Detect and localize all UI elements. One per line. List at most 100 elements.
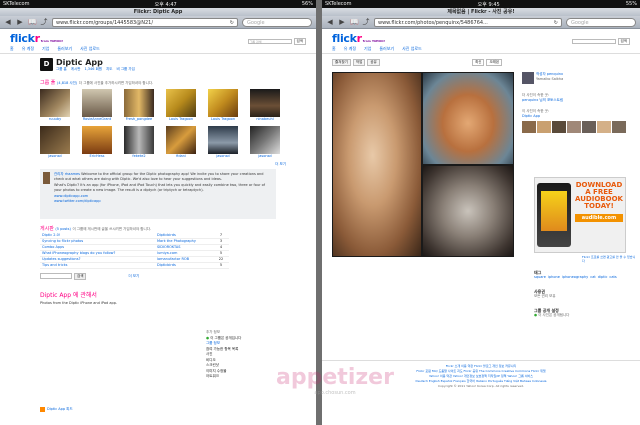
thread-title[interactable]: Tips and tricks [40,262,155,269]
bookmarks-icon[interactable]: 📖 [28,18,37,26]
pool-thumb[interactable]: RosieAnneGrant [82,89,112,122]
tag-list: square iphone iphoneography cat diptic c… [534,275,634,280]
rss-icon [40,407,45,412]
context-thumb[interactable] [582,121,596,133]
owner-block: 작성자 penquinx Yamaiko Salkha [522,72,634,84]
context-thumb[interactable] [537,121,551,133]
nav-home[interactable]: 홈 [10,46,14,52]
discussion-search: 검색 더 보기 [0,269,316,280]
favorite-button[interactable]: 즐겨찾기 [332,59,351,66]
back-icon[interactable]: ◀ [4,18,12,26]
feed-link[interactable]: Diptic App 피드 [47,407,73,412]
site-search-input[interactable]: 그룹 검색 [247,39,292,44]
ad-headline: DOWNLOAD A FREE AUDIOBOOK TODAY! [575,181,623,210]
context-thumb[interactable] [522,121,536,133]
pool-count[interactable]: (4,818 사진) [57,81,77,85]
photo-toolbar: 즐겨찾기 작업 공유 [332,59,380,66]
group-link-twitter[interactable]: www.twitter.com/dipticapp [54,199,273,204]
nav-explore[interactable]: 둘러보기 [379,46,394,52]
nav-organize[interactable]: 기업 [364,46,371,52]
discussion-search-input[interactable] [40,273,72,279]
group-description: 관리자 rhaames Welcome to the official grou… [40,169,276,219]
nav-you[interactable]: 유 계정 [344,46,356,52]
pool-thumb[interactable]: ruuuby [40,89,70,122]
flickr-logo[interactable]: flickrfrom YAHOO! [332,32,385,45]
left-browser-window: SKTelecom 오후 4:47 56% Flickr: Diptic App… [0,0,316,425]
tab-discussion[interactable]: 게시판 [71,67,81,72]
description-text-2: What's Diptic? It's an app (for iPhone, … [53,183,266,192]
context-thumb[interactable] [552,121,566,133]
pool-thumb[interactable]: Louis Tragoon [166,89,196,122]
tag[interactable]: diptic [598,275,608,280]
nav-you[interactable]: 유 계정 [22,46,34,52]
pool-thumb[interactable]: jasonsd [250,126,280,159]
pool-more-link[interactable]: 더 보기 [0,162,316,167]
discussion-title: 게시판 [40,226,54,232]
tag[interactable]: cat [590,275,595,280]
pool-thumb[interactable]: Fresh_pongdee [124,89,154,122]
tab-map[interactable]: 지도 [106,67,112,72]
flickr-logo[interactable]: flickrfrom YAHOO! [10,32,63,45]
back-icon[interactable]: ◀ [326,18,334,26]
ad-note[interactable]: Flickr 프로를 쓰면 광고를 안 볼 수 있습니다 [582,255,638,263]
context-thumbnails [522,121,634,133]
nav-explore[interactable]: 둘러보기 [57,46,72,52]
newer-button[interactable]: 최신 [472,59,485,66]
pool-note: 더 그룹에 사진을 추가하시려면 가입하셔야 합니다. [78,81,154,85]
forward-icon[interactable]: ▶ [16,18,24,26]
share-icon[interactable]: ⤴ [362,18,370,26]
pool-thumb[interactable]: jasonsd [208,126,238,159]
photostream-link[interactable]: penquinx 님의 포토스트림 [522,98,634,103]
actions-button[interactable]: 작업 [352,59,366,66]
search-field[interactable]: Google [242,17,312,27]
nav-upload[interactable]: 사진 업로드 [80,46,100,52]
group-name: Diptic App [56,58,103,67]
search-field[interactable]: Google [566,17,636,27]
url-field[interactable]: www.flickr.com/photos/penquinx/5486764..… [374,17,562,27]
group-context-link[interactable]: Diptic App [522,114,634,119]
site-search-button[interactable]: 검색 [293,38,306,45]
thread-author[interactable]: Dipticbirds [155,262,213,269]
carrier-label: SKTelecom [3,1,30,7]
tab-members[interactable]: 1,346 회원 [84,67,102,72]
forward-icon[interactable]: ▶ [338,18,346,26]
tab-join[interactable]: 비 그룹 가입 [116,67,134,72]
pool-thumb[interactable]: ninabeuhl [250,89,280,122]
pool-thumb[interactable]: jasonsd [40,126,70,159]
about-title: Diptic App 에 관해서 [40,291,97,299]
top-nav: 홈 유 계정 기업 둘러보기 사진 업로드 [0,45,316,54]
share-icon[interactable]: ⤴ [40,18,48,26]
tag[interactable]: cats [609,275,616,280]
audible-ad[interactable]: DOWNLOAD A FREE AUDIOBOOK TODAY! audible… [534,177,626,253]
reload-icon[interactable]: ↻ [554,19,558,26]
context-thumb[interactable] [597,121,611,133]
main-photo[interactable] [332,72,514,257]
nav-organize[interactable]: 기업 [42,46,49,52]
context-thumb[interactable] [567,121,581,133]
pool-thumb[interactable]: EricHess [82,126,112,159]
admin-label[interactable]: 관리자 rhaames [54,172,80,176]
url-field[interactable]: www.flickr.com/groups/1445583@N21/↻ [52,17,238,27]
tag[interactable]: iphoneography [562,275,588,280]
owner-avatar[interactable] [522,72,534,84]
nav-home[interactable]: 홈 [332,46,336,52]
nav-upload[interactable]: 사진 업로드 [402,46,422,52]
pool-thumb[interactable]: fidani [166,126,196,159]
older-button[interactable]: 오래된 [486,59,503,66]
tab-group-home[interactable]: 그룹 홈 [56,67,67,72]
share-button[interactable]: 공유 [367,59,380,66]
context-thumb[interactable] [612,121,626,133]
bookmarks-icon[interactable]: 📖 [350,18,359,26]
more-threads-link[interactable]: 더 보기 [128,274,139,279]
discussion-search-button[interactable]: 검색 [74,272,87,280]
discussion-count[interactable]: (5 posts) [55,227,70,231]
pool-thumb[interactable]: Louis Tragoon [208,89,238,122]
tag[interactable]: iphone [548,275,560,280]
tag[interactable]: square [534,275,546,280]
site-search-button[interactable]: 검색 [617,38,630,45]
about-desc: Photos from the Diptic iPhone and iPad a… [40,300,118,305]
reload-icon[interactable]: ↻ [230,19,234,26]
site-search-input[interactable] [571,39,616,44]
pool-thumb[interactable]: fekete2 [124,126,154,159]
table-row[interactable]: Tips and tricks Dipticbirds 5 [40,262,229,269]
